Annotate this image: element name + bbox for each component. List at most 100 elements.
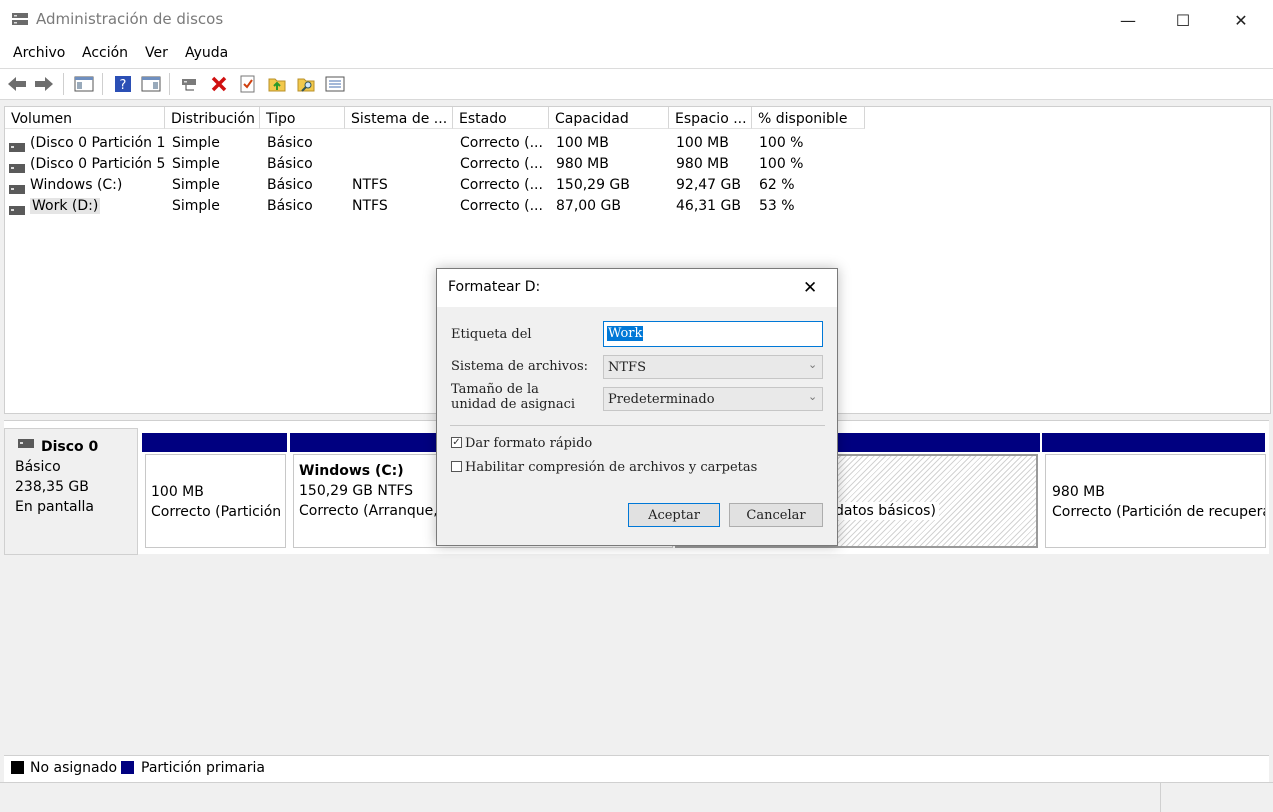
up-folder-icon[interactable] [266,73,288,95]
cell-layout: Simple [172,156,220,172]
delete-icon[interactable] [208,73,230,95]
partition-status: datos básicos) [832,502,939,520]
search-folder-icon[interactable] [295,73,317,95]
table-row[interactable]: (Disco 0 Partición 5) Simple Básico Corr… [5,154,1270,175]
dialog-separator [450,425,825,426]
list-view-icon[interactable] [324,73,346,95]
cell-volume: Windows (C:) [9,175,165,196]
disk-type: Básico [15,459,61,475]
cell-type: Básico [267,198,313,214]
cell-status: Correcto (... [460,198,543,214]
cell-fs: NTFS [352,198,388,214]
allocation-select[interactable]: Predeterminado ⌄ [603,387,823,411]
title-bar: Administración de discos — ☐ ✕ [0,0,1273,40]
compression-label: Habilitar compresión de archivos y carpe… [465,460,758,475]
column-header-distribucion[interactable]: Distribución [165,107,260,129]
console-tree-icon[interactable] [73,73,95,95]
disk-icon [18,439,34,448]
chevron-down-icon: ⌄ [808,390,818,403]
window-title: Administración de discos [36,10,224,28]
disk-management-app-icon [12,13,28,25]
menu-accion[interactable]: Acción [82,45,128,61]
quick-format-checkbox[interactable]: ✓ [451,437,462,448]
cell-layout: Simple [172,177,220,193]
toolbar: ? [0,69,1273,100]
cell-capacity: 100 MB [556,135,609,151]
forward-icon[interactable] [33,73,55,95]
column-header-espacio[interactable]: Espacio ... [669,107,752,129]
back-icon[interactable] [6,73,28,95]
column-header-disponible[interactable]: % disponible [752,107,865,129]
cell-status: Correcto (... [460,135,543,151]
cancel-button-label: Cancelar [746,507,806,523]
partition-header-bar [1042,433,1265,452]
table-row-selected[interactable]: Work (D:) Simple Básico NTFS Correcto (.… [5,196,1270,217]
filesystem-value: NTFS [608,360,646,375]
quick-format-label: Dar formato rápido [465,436,593,451]
menu-archivo[interactable]: Archivo [13,45,65,61]
minimize-icon: — [1120,10,1136,30]
toolbar-separator [63,73,64,95]
close-icon: ✕ [1234,10,1248,30]
status-bar [0,782,1273,812]
maximize-icon: ☐ [1175,10,1191,30]
cell-status: Correcto (... [460,156,543,172]
allocation-value: Predeterminado [608,392,715,407]
disk-state: En pantalla [15,499,94,515]
cell-free: 46,31 GB [676,198,741,214]
volume-label-input[interactable]: Work [603,321,823,347]
cancel-button[interactable]: Cancelar [729,503,823,527]
maximize-button[interactable]: ☐ [1154,0,1212,40]
volume-name: Windows (C:) [30,177,123,193]
cell-volume: Work (D:) [9,196,165,217]
disk-name: Disco 0 [41,439,99,455]
cell-free: 100 MB [676,135,729,151]
cell-pct: 100 % [759,156,804,172]
partition-recovery[interactable]: 980 MB Correcto (Partición de recuperaci… [1045,454,1266,548]
filesystem-select[interactable]: NTFS ⌄ [603,355,823,379]
legend-unallocated: No asignado [30,760,118,776]
close-button[interactable]: ✕ [1212,0,1270,40]
cell-free: 92,47 GB [676,177,741,193]
svg-text:?: ? [120,78,127,93]
volume-name: (Disco 0 Partición 5) [30,156,165,172]
primary-swatch [121,761,134,774]
unallocated-swatch [11,761,24,774]
cell-type: Básico [267,135,313,151]
column-header-capacidad[interactable]: Capacidad [549,107,669,129]
column-header-tipo[interactable]: Tipo [260,107,345,129]
cell-pct: 62 % [759,177,795,193]
checklist-icon[interactable] [237,73,259,95]
cell-capacity: 150,29 GB [556,177,630,193]
menu-ver[interactable]: Ver [145,45,168,61]
help-icon[interactable]: ? [112,73,134,95]
cell-fs: NTFS [352,177,388,193]
volume-name: (Disco 0 Partición 1) [30,135,165,151]
menu-ayuda[interactable]: Ayuda [185,45,228,61]
minimize-button[interactable]: — [1099,0,1157,40]
dialog-close-icon[interactable]: ✕ [803,278,817,298]
format-dialog: Formatear D: ✕ Etiqueta del Work Sistema… [436,268,838,546]
table-row[interactable]: Windows (C:) Simple Básico NTFS Correcto… [5,175,1270,196]
disk-info[interactable]: Disco 0 Básico 238,35 GB En pantalla [4,428,138,555]
column-header-volumen[interactable]: Volumen [5,107,165,129]
allocation-label-line2: unidad de asignaci [451,397,576,412]
column-header-sistema[interactable]: Sistema de ... [345,107,453,129]
legend: No asignado Partición primaria [4,755,1269,782]
compression-checkbox[interactable] [451,461,462,472]
cell-layout: Simple [172,198,220,214]
properties-panel-icon[interactable] [140,73,162,95]
toolbar-separator [169,73,170,95]
cell-status: Correcto (... [460,177,543,193]
partition-size: 100 MB [151,484,204,500]
table-row[interactable]: (Disco 0 Partición 1) Simple Básico Corr… [5,133,1270,154]
status-bar-divider [1160,783,1161,812]
partition-efi[interactable]: 100 MB Correcto (Partición de sistema EF… [145,454,286,548]
partition-header-bar [142,433,287,452]
connect-drive-icon[interactable] [179,73,201,95]
drive-icon [9,201,25,215]
cell-pct: 100 % [759,135,804,151]
accept-button[interactable]: Aceptar [628,503,720,527]
drive-icon [9,180,25,194]
column-header-estado[interactable]: Estado [453,107,549,129]
